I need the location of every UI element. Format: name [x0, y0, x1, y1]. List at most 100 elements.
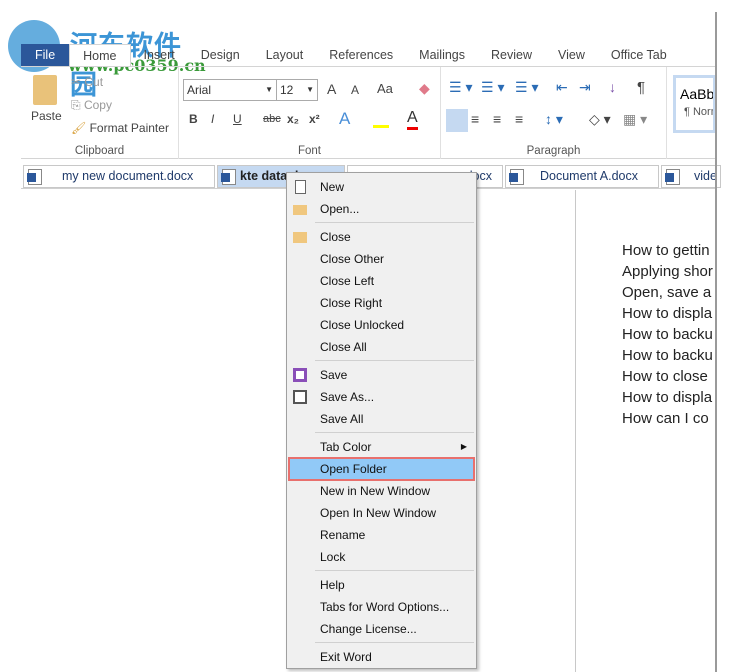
menu-item-open-in-new-window[interactable]: Open In New Window	[287, 502, 476, 524]
bullets-icon[interactable]: ☰ ▾	[449, 79, 472, 96]
menu-item-save-as[interactable]: Save As...	[287, 386, 476, 408]
document-line: How to close	[622, 368, 708, 385]
menu-item-change-license[interactable]: Change License...	[287, 618, 476, 640]
menu-item-new-in-new-window[interactable]: New in New Window	[287, 480, 476, 502]
menu-item-open[interactable]: Open...	[287, 198, 476, 220]
cut-button[interactable]: ✂ Cut	[71, 75, 103, 89]
clear-formatting-icon[interactable]: ◆	[419, 80, 430, 97]
clipboard-label: Clipboard	[74, 145, 125, 157]
document-line: How to backu	[622, 347, 713, 364]
font-size-select[interactable]: 12 ▼	[276, 79, 318, 101]
menu-item-exit-word[interactable]: Exit Word	[287, 646, 476, 668]
font-label: Font	[297, 145, 321, 157]
tab-design[interactable]: Design	[188, 44, 253, 66]
paste-button[interactable]: Paste	[31, 109, 62, 123]
menu-item-label: New in New Window	[320, 484, 431, 498]
menu-separator	[315, 360, 474, 361]
menu-item-tab-color[interactable]: Tab Color ▶	[287, 436, 476, 458]
sort-icon[interactable]: ↓	[609, 79, 616, 95]
tab-layout[interactable]: Layout	[253, 44, 317, 66]
style-name: ¶ Norm	[684, 106, 713, 118]
menu-item-rename[interactable]: Rename	[287, 524, 476, 546]
text-effects-icon[interactable]: A	[339, 109, 350, 129]
new-document-icon	[295, 180, 306, 194]
document-page[interactable]: How to gettin Applying shor Open, save a Ho…	[575, 190, 716, 672]
change-case-button[interactable]: Aa	[377, 81, 393, 96]
align-right-icon[interactable]: ≡	[493, 111, 501, 127]
menu-item-label: Close Unlocked	[320, 318, 405, 332]
borders-icon[interactable]: ▦ ▾	[623, 111, 647, 128]
menu-item-label: Tab Color	[320, 440, 372, 454]
submenu-arrow-icon: ▶	[460, 442, 467, 451]
menu-item-lock[interactable]: Lock	[287, 546, 476, 568]
tab-references[interactable]: References	[316, 44, 406, 66]
menu-item-close-unlocked[interactable]: Close Unlocked	[287, 314, 476, 336]
word-doc-icon	[27, 169, 42, 185]
highlight-color-icon[interactable]	[373, 125, 389, 128]
menu-item-close-right[interactable]: Close Right	[287, 292, 476, 314]
strikethrough-button[interactable]: abc	[263, 113, 281, 125]
multilevel-list-icon[interactable]: ☰ ▾	[515, 79, 538, 96]
menu-item-close-other[interactable]: Close Other	[287, 248, 476, 270]
bold-button[interactable]: B	[189, 112, 198, 126]
copy-button[interactable]: ⎘ Copy	[71, 98, 112, 113]
tab-file[interactable]: File	[21, 44, 70, 66]
subscript-button[interactable]: x₂	[287, 112, 299, 126]
menu-item-tabs-for-word-options[interactable]: Tabs for Word Options...	[287, 596, 476, 618]
menu-item-save[interactable]: Save	[287, 364, 476, 386]
paragraph-group: ☰ ▾ ☰ ▾ ☰ ▾ ⇤ ⇥ ↓ ¶ ≡ ≡ ≡ ↕ ▾ ◇ ▾ ▦ ▾ Pa…	[441, 67, 667, 159]
menu-item-label: Help	[320, 578, 345, 592]
decrease-indent-icon[interactable]: ⇤	[556, 79, 568, 96]
menu-item-open-folder[interactable]: Open Folder	[288, 457, 475, 481]
menu-item-close-left[interactable]: Close Left	[287, 270, 476, 292]
tab-review[interactable]: Review	[478, 44, 545, 66]
menu-item-close[interactable]: Close	[287, 226, 476, 248]
word-doc-icon	[509, 169, 524, 185]
menu-item-close-all[interactable]: Close All	[287, 336, 476, 358]
menu-item-help[interactable]: Help	[287, 574, 476, 596]
justify-icon[interactable]: ≡	[515, 111, 523, 127]
numbering-icon[interactable]: ☰ ▾	[481, 79, 504, 96]
line-spacing-icon[interactable]: ↕ ▾	[545, 111, 563, 128]
menu-item-label: Change License...	[320, 622, 417, 636]
align-left-button[interactable]	[446, 109, 468, 132]
menu-item-new[interactable]: New	[287, 176, 476, 198]
font-name-select[interactable]: Arial ▼	[183, 79, 277, 101]
menu-separator	[315, 570, 474, 571]
menu-item-label: Close	[320, 230, 351, 244]
tab-mailings[interactable]: Mailings	[406, 44, 478, 66]
superscript-button[interactable]: x²	[309, 112, 320, 126]
shading-icon[interactable]: ◇ ▾	[589, 111, 611, 128]
tab-home[interactable]: Home	[69, 44, 131, 66]
grow-font-button[interactable]: A	[327, 81, 336, 97]
menu-item-label: Close Other	[320, 252, 385, 266]
increase-indent-icon[interactable]: ⇥	[579, 79, 591, 96]
font-color-icon[interactable]: A	[407, 109, 418, 130]
doc-tab[interactable]: vide	[661, 165, 721, 188]
tab-context-menu: New Open... Close Close Other Close Left Clos…	[286, 172, 477, 669]
align-center-icon[interactable]: ≡	[471, 111, 479, 127]
document-line: How to backu	[622, 326, 713, 343]
style-normal[interactable]: AaBb ¶ Norm	[673, 75, 716, 133]
menu-item-label: Save	[320, 368, 348, 382]
tab-office-tab[interactable]: Office Tab	[598, 44, 680, 66]
doc-tab[interactable]: my new document.docx	[23, 165, 215, 188]
underline-button[interactable]: U	[233, 112, 242, 126]
menu-item-label: Exit Word	[320, 650, 372, 664]
menu-item-label: Open In New Window	[320, 506, 437, 520]
menu-item-label: New	[320, 180, 345, 194]
paragraph-label: Paragraph	[526, 145, 581, 157]
document-line: Open, save a	[622, 284, 712, 301]
tab-insert[interactable]: Insert	[131, 44, 188, 66]
menu-separator	[315, 642, 474, 643]
shrink-font-button[interactable]: A	[351, 83, 359, 97]
italic-button[interactable]: I	[211, 112, 214, 126]
format-painter-button[interactable]: 🖌 Format Painter	[71, 121, 169, 135]
show-formatting-button[interactable]: ¶	[637, 79, 645, 96]
font-group: Arial ▼ 12 ▼ A A Aa ◆ B I U abc x₂ x² A A …	[179, 67, 441, 159]
tab-view[interactable]: View	[545, 44, 598, 66]
menu-item-save-all[interactable]: Save All	[287, 408, 476, 430]
menu-item-label: Open Folder	[320, 462, 387, 476]
doc-tab[interactable]: Document A.docx	[505, 165, 659, 188]
document-line: How can I co	[622, 410, 709, 427]
